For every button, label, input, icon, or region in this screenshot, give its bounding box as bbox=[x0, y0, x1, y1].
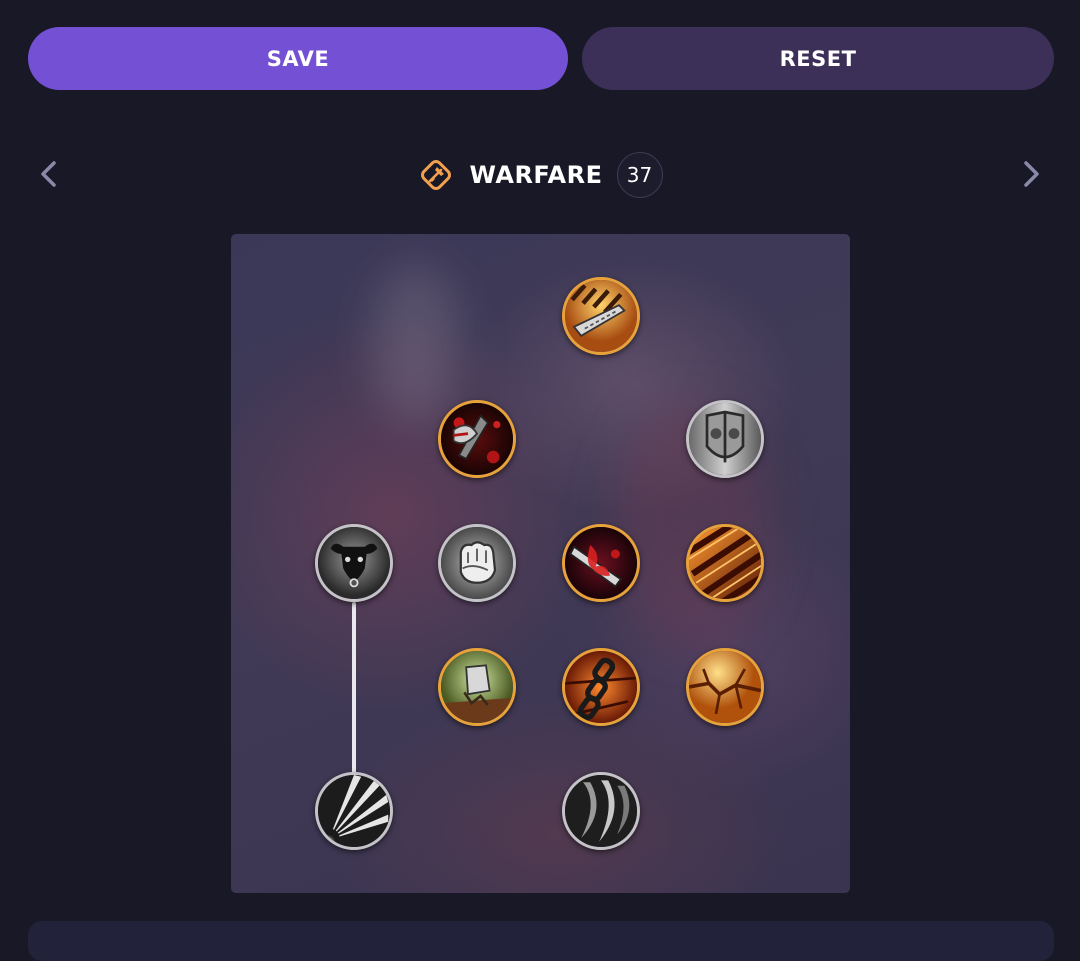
chain-icon bbox=[565, 651, 637, 723]
talent-grid bbox=[231, 234, 850, 893]
rending-blade-icon bbox=[565, 527, 637, 599]
bloody-axe-icon bbox=[441, 403, 513, 475]
talent-bloody-axe[interactable] bbox=[438, 400, 516, 478]
talent-blazing-slashes[interactable] bbox=[686, 524, 764, 602]
cracked-earth-icon bbox=[689, 651, 761, 723]
talent-flaming-blade[interactable] bbox=[562, 277, 640, 355]
talent-shadow-claws[interactable] bbox=[562, 772, 640, 850]
points-badge: 37 bbox=[616, 152, 663, 198]
talent-piercing-rays[interactable] bbox=[315, 772, 393, 850]
talent-iron-fist[interactable] bbox=[438, 524, 516, 602]
talent-iron-shield[interactable] bbox=[686, 400, 764, 478]
talent-ground-slam[interactable] bbox=[438, 648, 516, 726]
talent-rending-strike[interactable] bbox=[562, 524, 640, 602]
flaming-blade-icon bbox=[565, 280, 637, 352]
footer-panel bbox=[28, 921, 1054, 961]
steel-rays-icon bbox=[318, 775, 390, 847]
talent-earth-crack[interactable] bbox=[686, 648, 764, 726]
fist-icon bbox=[441, 527, 513, 599]
save-button[interactable]: SAVE bbox=[28, 27, 568, 90]
tree-title: WARFARE bbox=[469, 161, 603, 189]
fire-slashes-icon bbox=[689, 527, 761, 599]
stone-fist-icon bbox=[441, 651, 513, 723]
warfare-axe-icon bbox=[417, 156, 455, 194]
iron-shield-icon bbox=[689, 403, 761, 475]
talent-molten-chain[interactable] bbox=[562, 648, 640, 726]
talent-link bbox=[352, 602, 356, 778]
steel-claws-icon bbox=[565, 775, 637, 847]
reset-button[interactable]: RESET bbox=[582, 27, 1054, 90]
talent-bull-rush[interactable] bbox=[315, 524, 393, 602]
talent-tree-panel bbox=[231, 234, 850, 893]
bull-head-icon bbox=[318, 527, 390, 599]
tree-header: WARFARE 37 bbox=[0, 150, 1080, 200]
